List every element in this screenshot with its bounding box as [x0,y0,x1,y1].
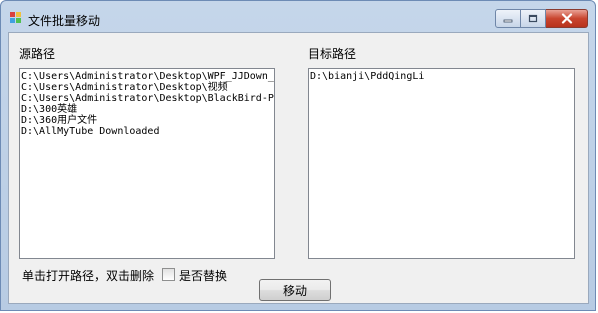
list-item[interactable]: D:\360用户文件 [21,115,273,126]
app-window: 文件批量移动 源路径 目标路径 C:\Users\Administrator\D… [0,0,596,311]
list-item[interactable]: C:\Users\Administrator\Desktop\BlackBird… [21,93,274,104]
target-path-label: 目标路径 [308,47,357,61]
maximize-icon [528,14,538,22]
list-item[interactable]: C:\Users\Administrator\Desktop\WPF_JJDow… [21,71,274,82]
list-item[interactable]: D:\AllMyTube Downloaded [21,126,273,137]
target-path-list[interactable]: D:\bianji\PddQingLi [308,68,575,259]
client-area: 源路径 目标路径 C:\Users\Administrator\Desktop\… [8,32,589,304]
app-icon [10,12,21,23]
window-controls [495,9,588,28]
title-bar[interactable]: 文件批量移动 [1,1,595,31]
close-icon [561,13,572,24]
minimize-icon [503,19,513,22]
minimize-button[interactable] [495,9,521,28]
source-path-label: 源路径 [19,47,56,61]
close-button[interactable] [546,9,588,28]
replace-checkbox[interactable] [162,268,175,281]
list-item[interactable]: C:\Users\Administrator\Desktop\视频 [21,82,273,93]
list-item[interactable]: D:\bianji\PddQingLi [310,71,573,82]
maximize-button[interactable] [521,9,546,28]
usage-hint: 单击打开路径，双击删除 [22,269,155,283]
window-title: 文件批量移动 [28,14,101,28]
move-button[interactable]: 移动 [259,279,331,301]
source-path-list[interactable]: C:\Users\Administrator\Desktop\WPF_JJDow… [19,68,275,259]
list-item[interactable]: D:\300英雄 [21,104,273,115]
replace-checkbox-label[interactable]: 是否替换 [179,267,227,284]
